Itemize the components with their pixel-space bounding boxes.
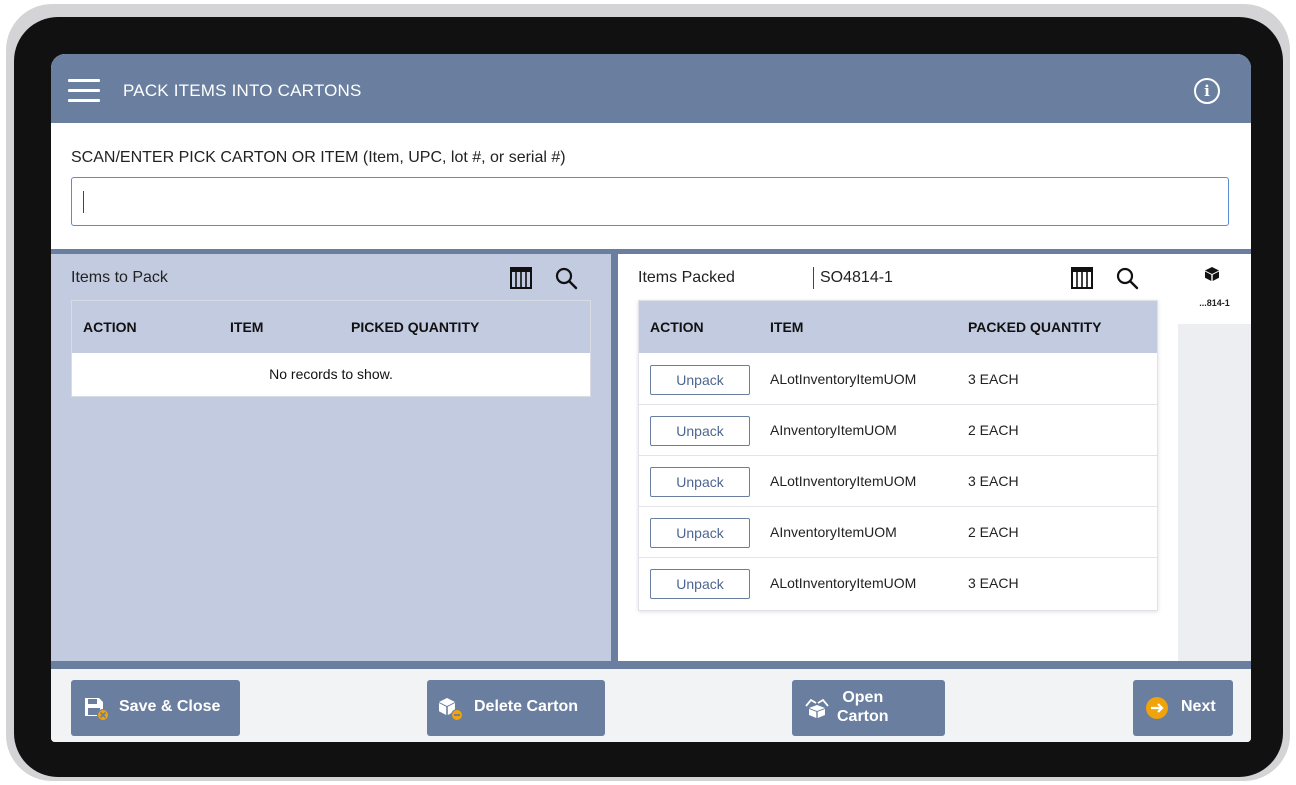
save-icon xyxy=(85,698,109,721)
grid-header: ACTION ITEM PACKED QUANTITY xyxy=(639,301,1157,353)
delete-carton-button[interactable]: Delete Carton xyxy=(427,680,605,736)
title-bar: PACK ITEMS INTO CARTONS i xyxy=(51,54,1251,123)
item-cell: ALotInventoryItemUOM xyxy=(770,371,917,387)
quantity-cell: 3 EACH xyxy=(968,575,1019,591)
unpack-button[interactable]: Unpack xyxy=(650,416,750,446)
unpack-button[interactable]: Unpack xyxy=(650,569,750,599)
items-to-pack-grid: ACTION ITEM PICKED QUANTITY No records t… xyxy=(71,300,591,397)
hamburger-menu-icon[interactable] xyxy=(68,79,100,102)
column-header-picked-quantity[interactable]: PICKED QUANTITY xyxy=(351,319,479,335)
carton-strip: ...814-1 xyxy=(1178,254,1251,661)
delete-carton-icon xyxy=(439,698,463,721)
work-area: Items to Pack ACTION ITEM PICKED QUANTIT… xyxy=(51,249,1251,665)
open-carton-button[interactable]: Open Carton xyxy=(792,680,945,736)
items-packed-title: Items Packed xyxy=(638,269,735,286)
quantity-cell: 2 EACH xyxy=(968,422,1019,438)
grid-header: ACTION ITEM PICKED QUANTITY xyxy=(72,301,590,353)
app-screen: PACK ITEMS INTO CARTONS i SCAN/ENTER PIC… xyxy=(51,54,1251,742)
carton-tab-label: ...814-1 xyxy=(1199,298,1230,308)
table-row: Unpack AInventoryItemUOM 2 EACH xyxy=(639,506,1157,558)
column-header-packed-quantity[interactable]: PACKED QUANTITY xyxy=(968,319,1102,335)
table-row: Unpack ALotInventoryItemUOM 3 EACH xyxy=(639,557,1157,608)
carton-tab[interactable]: ...814-1 xyxy=(1178,254,1251,324)
next-button[interactable]: Next xyxy=(1133,680,1233,736)
item-cell: ALotInventoryItemUOM xyxy=(770,473,917,489)
open-carton-label-line2: Carton xyxy=(837,708,889,725)
save-close-button[interactable]: Save & Close xyxy=(71,680,240,736)
quantity-cell: 3 EACH xyxy=(968,371,1019,387)
table-row: Unpack ALotInventoryItemUOM 3 EACH xyxy=(639,353,1157,405)
items-to-pack-title: Items to Pack xyxy=(71,269,168,286)
text-caret xyxy=(83,191,84,213)
open-carton-icon xyxy=(805,698,829,718)
carton-id: SO4814-1 xyxy=(820,269,893,286)
save-close-label: Save & Close xyxy=(119,698,221,715)
quantity-cell: 2 EACH xyxy=(968,524,1019,540)
next-label: Next xyxy=(1181,698,1216,715)
item-cell: ALotInventoryItemUOM xyxy=(770,575,917,591)
arrow-right-circle-icon xyxy=(1146,697,1168,719)
unpack-button[interactable]: Unpack xyxy=(650,365,750,395)
search-icon[interactable] xyxy=(554,266,578,290)
unpack-button[interactable]: Unpack xyxy=(650,518,750,548)
carton-separator xyxy=(813,267,814,289)
items-packed-grid: ACTION ITEM PACKED QUANTITY Unpack ALotI… xyxy=(638,300,1158,611)
column-header-action[interactable]: ACTION xyxy=(650,319,704,335)
column-header-item[interactable]: ITEM xyxy=(770,319,803,335)
empty-message: No records to show. xyxy=(269,366,393,382)
delete-carton-label: Delete Carton xyxy=(474,698,579,715)
column-header-item[interactable]: ITEM xyxy=(230,319,263,335)
column-header-action[interactable]: ACTION xyxy=(83,319,137,335)
table-row: Unpack ALotInventoryItemUOM 3 EACH xyxy=(639,455,1157,507)
box-icon xyxy=(1205,267,1219,281)
quantity-cell: 3 EACH xyxy=(968,473,1019,489)
info-circle-icon[interactable]: i xyxy=(1194,78,1220,104)
scan-label: SCAN/ENTER PICK CARTON OR ITEM (Item, UP… xyxy=(71,149,566,166)
scan-input[interactable] xyxy=(71,177,1229,226)
page-title: PACK ITEMS INTO CARTONS xyxy=(123,81,362,100)
table-row: Unpack AInventoryItemUOM 2 EACH xyxy=(639,404,1157,456)
open-carton-label: Open Carton xyxy=(837,688,889,726)
items-packed-panel: Items Packed SO4814-1 ACTION ITEM PACKED… xyxy=(618,254,1251,661)
search-icon[interactable] xyxy=(1115,266,1139,290)
unpack-button[interactable]: Unpack xyxy=(650,467,750,497)
item-cell: AInventoryItemUOM xyxy=(770,524,897,540)
columns-icon[interactable] xyxy=(1071,267,1093,289)
footer-toolbar: Save & Close Delete Carton Open Carton N… xyxy=(51,665,1251,742)
items-to-pack-panel: Items to Pack ACTION ITEM PICKED QUANTIT… xyxy=(51,254,611,661)
open-carton-label-line1: Open xyxy=(842,689,884,706)
item-cell: AInventoryItemUOM xyxy=(770,422,897,438)
columns-icon[interactable] xyxy=(510,267,532,289)
